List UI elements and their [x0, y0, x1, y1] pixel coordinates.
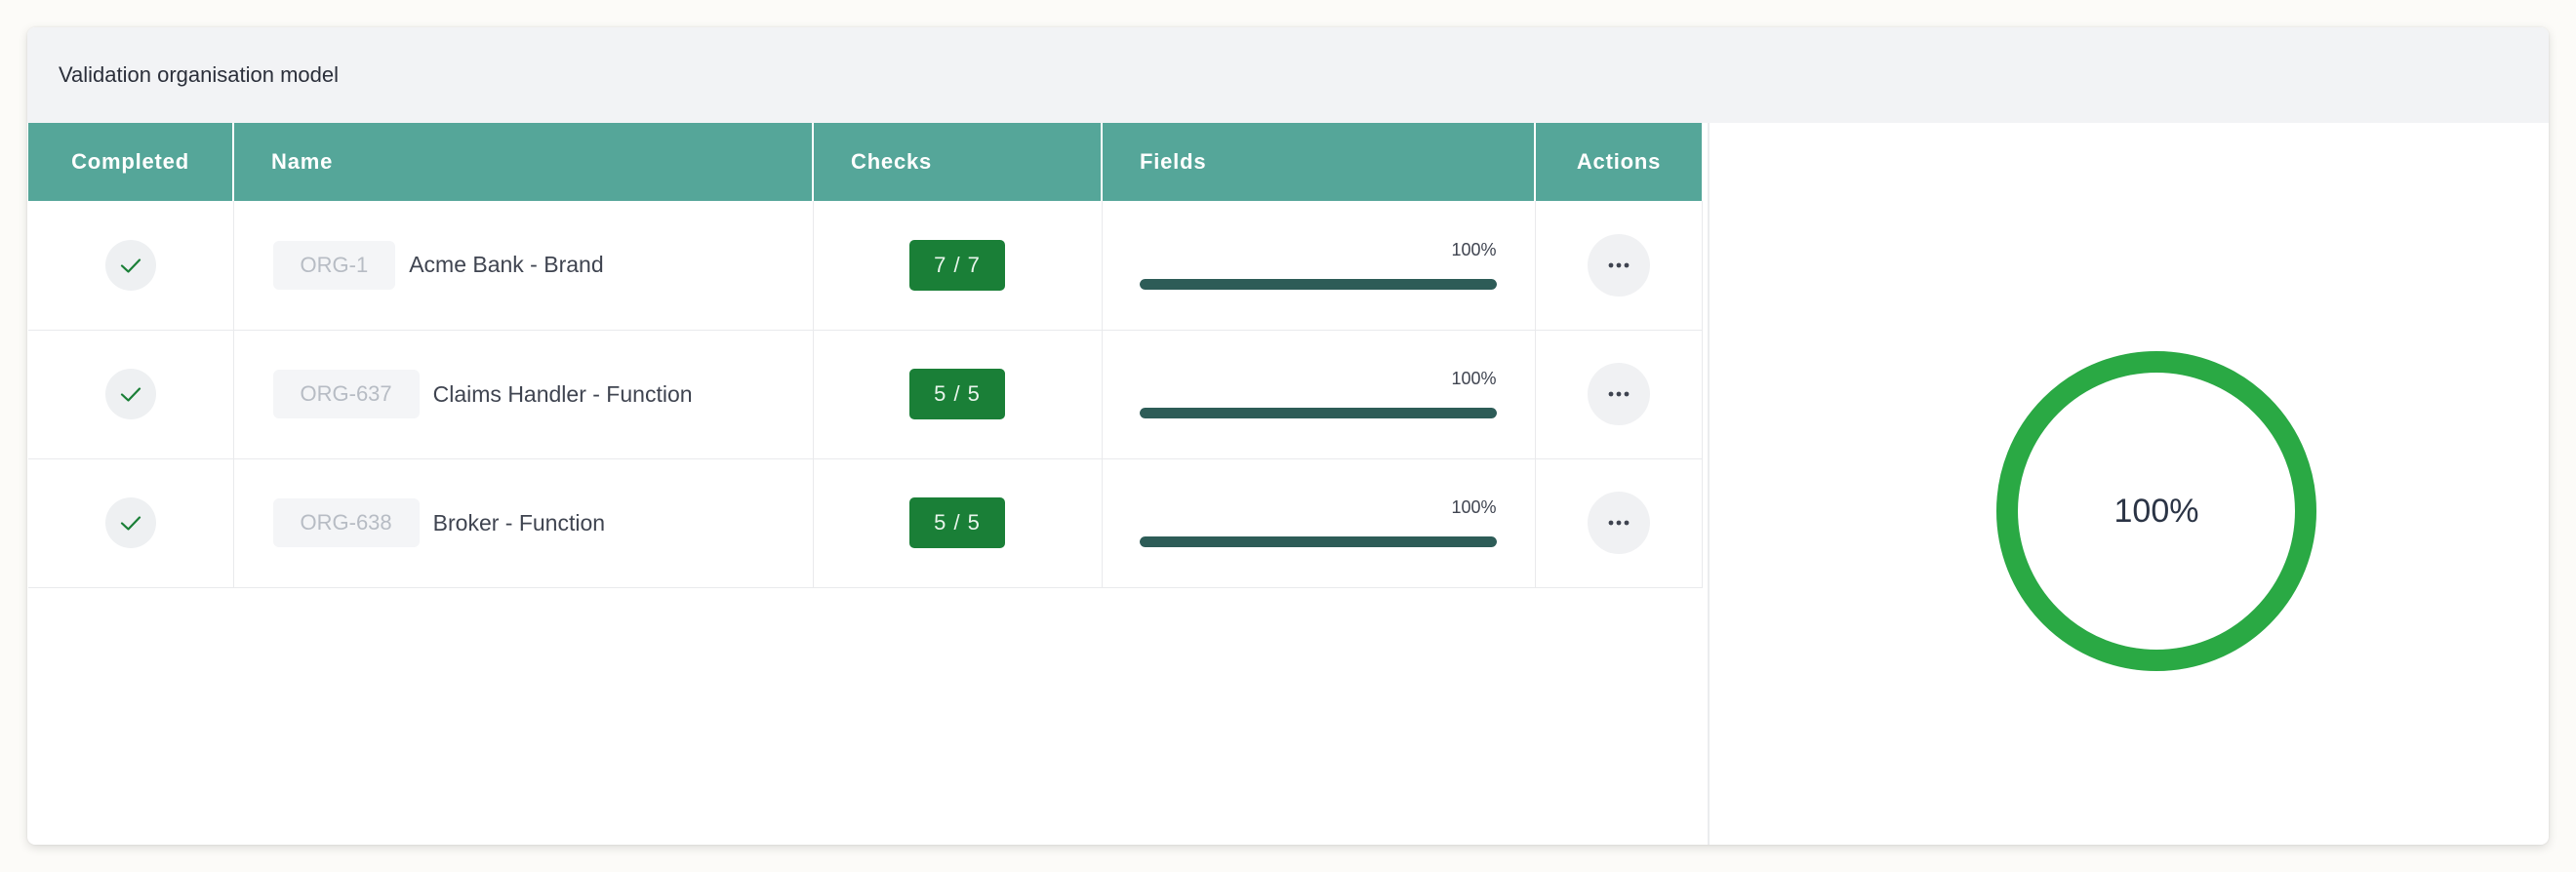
fields-percent: 100% [1451, 497, 1497, 517]
name-cell: ORG-637 Claims Handler - Function [233, 330, 814, 459]
organisation-table: Completed Name Checks Fields Actions ORG… [28, 123, 1703, 588]
more-horizontal-icon [1608, 520, 1629, 526]
fields-percent: 100% [1451, 239, 1497, 259]
fields-progress-fill [1139, 408, 1497, 418]
org-name[interactable]: Acme Bank - Brand [409, 252, 603, 278]
completed-cell [28, 201, 234, 331]
table-row[interactable]: ORG-1 Acme Bank - Brand 7 / 7 100% [28, 201, 1703, 331]
column-header-name[interactable]: Name [233, 123, 814, 201]
org-code: ORG-1 [272, 240, 396, 290]
checks-cell: 7 / 7 [813, 201, 1103, 331]
fields-progress-bar [1139, 536, 1497, 547]
check-icon [120, 516, 141, 531]
column-header-checks[interactable]: Checks [813, 123, 1103, 201]
fields-progress-bar [1139, 408, 1497, 418]
column-header-actions[interactable]: Actions [1535, 123, 1702, 201]
table-header-row: Completed Name Checks Fields Actions [28, 123, 1702, 201]
fields-progress-bar [1139, 278, 1497, 290]
org-name[interactable]: Claims Handler - Function [433, 381, 693, 408]
check-icon [120, 258, 141, 273]
more-horizontal-icon [1608, 391, 1629, 397]
more-horizontal-icon [1608, 262, 1629, 268]
completed-cell [28, 458, 234, 588]
org-code: ORG-637 [272, 370, 420, 418]
row-actions-button[interactable] [1587, 492, 1650, 554]
check-icon [120, 387, 141, 402]
completion-summary: 100% [1710, 123, 2549, 845]
fields-percent: 100% [1451, 369, 1497, 388]
table-row[interactable]: ORG-638 Broker - Function 5 / 5 100% [28, 458, 1703, 588]
completed-indicator [104, 497, 156, 548]
checks-badge: 7 / 7 [909, 239, 1005, 291]
completed-cell [28, 330, 234, 459]
panel-title: Validation organisation model [59, 62, 339, 87]
row-actions-button[interactable] [1587, 233, 1650, 297]
column-header-completed[interactable]: Completed [28, 123, 234, 201]
fields-cell: 100% [1102, 458, 1536, 588]
completed-indicator [104, 239, 156, 291]
organisation-table-area: Completed Name Checks Fields Actions ORG… [28, 123, 1703, 845]
table-row[interactable]: ORG-637 Claims Handler - Function 5 / 5 … [28, 330, 1703, 459]
checks-cell: 5 / 5 [813, 330, 1103, 459]
name-cell: ORG-638 Broker - Function [233, 458, 814, 588]
completed-indicator [104, 369, 156, 419]
completion-percent: 100% [2113, 492, 2199, 530]
org-name[interactable]: Broker - Function [433, 510, 605, 536]
validation-panel: Validation organisation model Completed … [27, 27, 2549, 845]
org-code: ORG-638 [272, 498, 420, 547]
actions-cell [1535, 458, 1703, 588]
checks-badge: 5 / 5 [909, 369, 1005, 419]
actions-cell [1535, 201, 1703, 331]
checks-cell: 5 / 5 [813, 458, 1103, 588]
fields-progress-fill [1139, 536, 1497, 547]
fields-cell: 100% [1102, 330, 1536, 459]
panel-header: Validation organisation model [27, 27, 2549, 123]
actions-cell [1535, 330, 1703, 459]
fields-cell: 100% [1102, 201, 1536, 331]
fields-progress-fill [1139, 278, 1497, 290]
name-cell: ORG-1 Acme Bank - Brand [233, 201, 814, 331]
checks-badge: 5 / 5 [909, 497, 1005, 548]
row-actions-button[interactable] [1587, 363, 1650, 425]
column-header-fields[interactable]: Fields [1102, 123, 1536, 201]
